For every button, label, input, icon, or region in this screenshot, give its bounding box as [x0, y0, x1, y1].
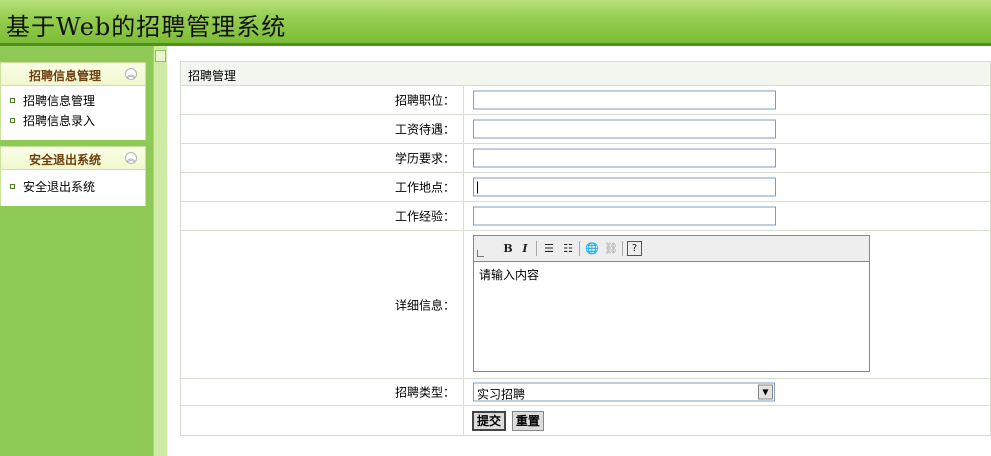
field-label: 工资待遇：	[394, 122, 455, 137]
app-header: 基于Web的招聘管理系统	[0, 0, 991, 46]
form-row-buttons: 提交 重置	[180, 406, 991, 436]
text-caret	[477, 181, 478, 194]
sidebar: 招聘信息管理 ︽ 招聘信息管理 招聘信息录入 安全退出系统 ︽ 安全退出系统	[0, 46, 153, 456]
reset-button[interactable]: 重置	[511, 410, 544, 431]
form-row-type: 招聘类型： 实习招聘 ▼	[180, 379, 991, 406]
field-label: 招聘类型：	[394, 385, 455, 400]
field-label: 学历要求：	[394, 151, 455, 166]
dropdown-arrow-icon[interactable]: ▼	[758, 384, 773, 400]
salary-input[interactable]	[473, 119, 776, 139]
submit-button[interactable]: 提交	[472, 410, 507, 431]
form-row-detail: 详细信息： B I ☰ ☷ 🌐 ⛓ ? 请输入内容	[180, 231, 991, 379]
sidebar-panel-title: 招聘信息管理	[29, 69, 102, 83]
select-value: 实习招聘	[477, 387, 526, 402]
app-title: 基于Web的招聘管理系统	[6, 13, 287, 41]
experience-input[interactable]	[473, 206, 776, 226]
insert-link-icon[interactable]: 🌐	[584, 241, 600, 256]
field-label: 工作地点：	[394, 180, 455, 195]
unordered-list-icon[interactable]: ☷	[560, 241, 576, 256]
resize-handle-icon[interactable]	[477, 250, 484, 257]
sidebar-item-recruit-manage[interactable]: 招聘信息管理	[1, 91, 145, 111]
sidebar-panel-recruit-body: 招聘信息管理 招聘信息录入	[0, 86, 146, 140]
form-title-row: 招聘管理	[180, 61, 991, 86]
form-row-position: 招聘职位：	[180, 86, 991, 115]
bullet-icon	[10, 98, 15, 103]
ordered-list-icon[interactable]: ☰	[541, 241, 557, 256]
sidebar-item-label: 安全退出系统	[23, 180, 96, 194]
bold-icon[interactable]: B	[500, 241, 516, 256]
collapse-up-icon[interactable]: ︽	[125, 68, 137, 80]
form-row-location: 工作地点：	[180, 173, 991, 202]
sidebar-panel-title: 安全退出系统	[29, 153, 102, 167]
form-title: 招聘管理	[188, 69, 237, 83]
collapse-up-icon[interactable]: ︽	[125, 152, 137, 164]
sidebar-panel-logout-body: 安全退出系统	[0, 170, 146, 206]
education-input[interactable]	[473, 148, 776, 168]
rich-text-editor[interactable]: B I ☰ ☷ 🌐 ⛓ ? 请输入内容	[473, 235, 870, 372]
bullet-icon	[10, 118, 15, 123]
sidebar-item-recruit-entry[interactable]: 招聘信息录入	[1, 111, 145, 131]
recruit-form: 招聘管理 招聘职位： 工资待遇： 学历要求： 工作地点： 工作经验： 详细信息：…	[180, 61, 991, 436]
editor-content[interactable]: 请输入内容	[474, 262, 869, 287]
sidebar-panel-recruit-header[interactable]: 招聘信息管理 ︽	[0, 62, 146, 86]
sidebar-collapse-bar[interactable]	[153, 46, 167, 456]
form-row-education: 学历要求：	[180, 144, 991, 173]
bullet-icon	[10, 184, 15, 189]
collapse-toggle-icon[interactable]	[155, 50, 166, 62]
field-label: 工作经验：	[394, 209, 455, 224]
sidebar-panel-logout-header[interactable]: 安全退出系统 ︽	[0, 146, 146, 170]
sidebar-item-label: 招聘信息录入	[23, 114, 96, 128]
remove-link-icon[interactable]: ⛓	[603, 241, 619, 256]
editor-toolbar: B I ☰ ☷ 🌐 ⛓ ?	[474, 236, 869, 262]
sidebar-item-logout[interactable]: 安全退出系统	[1, 177, 145, 197]
field-label: 详细信息：	[394, 298, 455, 312]
recruit-type-select[interactable]: 实习招聘 ▼	[473, 382, 775, 402]
form-row-experience: 工作经验：	[180, 202, 991, 231]
form-row-salary: 工资待遇：	[180, 115, 991, 144]
sidebar-item-label: 招聘信息管理	[23, 94, 96, 108]
position-input[interactable]	[473, 90, 776, 110]
location-input[interactable]	[473, 177, 776, 197]
help-icon[interactable]: ?	[627, 241, 642, 256]
italic-icon[interactable]: I	[517, 241, 533, 256]
field-label: 招聘职位：	[394, 93, 455, 108]
